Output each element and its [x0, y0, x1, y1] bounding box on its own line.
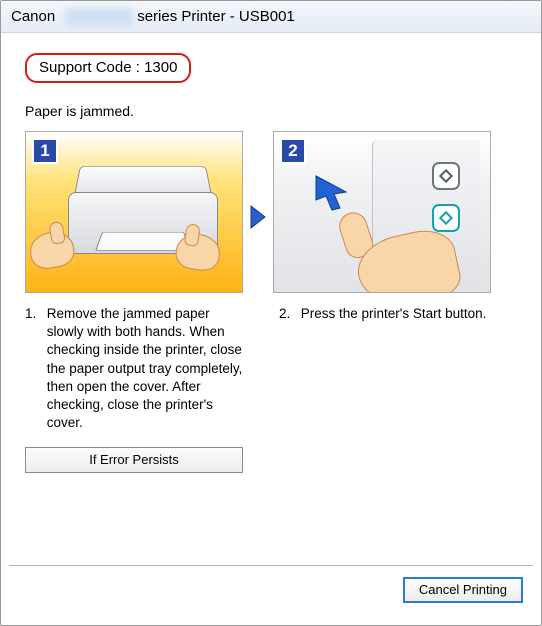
- illustration-row: 1 2: [25, 131, 521, 293]
- support-code-badge: Support Code : 1300: [25, 53, 191, 83]
- titlebar: Canon series Printer - USB001: [1, 1, 541, 33]
- title-model-redacted: [65, 8, 133, 26]
- if-error-persists-button[interactable]: If Error Persists: [25, 447, 243, 473]
- step1-number: 1: [32, 138, 58, 164]
- cancel-printing-button[interactable]: Cancel Printing: [403, 577, 523, 603]
- printer-button-top-graphic: [432, 162, 460, 190]
- instruction-1-text: Remove the jammed paper slowly with both…: [47, 305, 243, 433]
- instruction-2: 2. Press the printer's Start button.: [279, 305, 497, 473]
- title-brand: Canon: [11, 8, 55, 25]
- title-suffix: series Printer - USB001: [137, 8, 295, 25]
- step2-number: 2: [280, 138, 306, 164]
- instruction-1: 1. Remove the jammed paper slowly with b…: [25, 305, 243, 473]
- step2-illustration: 2: [273, 131, 491, 293]
- instruction-1-number: 1.: [25, 305, 43, 323]
- sequence-arrow-icon: [249, 204, 267, 230]
- printer-status-dialog: Canon series Printer - USB001 Support Co…: [0, 0, 542, 626]
- status-text: Paper is jammed.: [25, 103, 521, 119]
- step1-illustration: 1: [25, 131, 243, 293]
- instruction-2-text: Press the printer's Start button.: [301, 305, 497, 323]
- dialog-content: Support Code : 1300 Paper is jammed. 1: [1, 33, 541, 483]
- instruction-2-number: 2.: [279, 305, 297, 323]
- instructions-row: 1. Remove the jammed paper slowly with b…: [25, 305, 521, 473]
- dialog-footer: Cancel Printing: [9, 565, 533, 613]
- finger-press-graphic: [334, 208, 454, 293]
- support-code-value: 1300: [144, 59, 177, 76]
- support-code-label: Support Code :: [39, 59, 140, 76]
